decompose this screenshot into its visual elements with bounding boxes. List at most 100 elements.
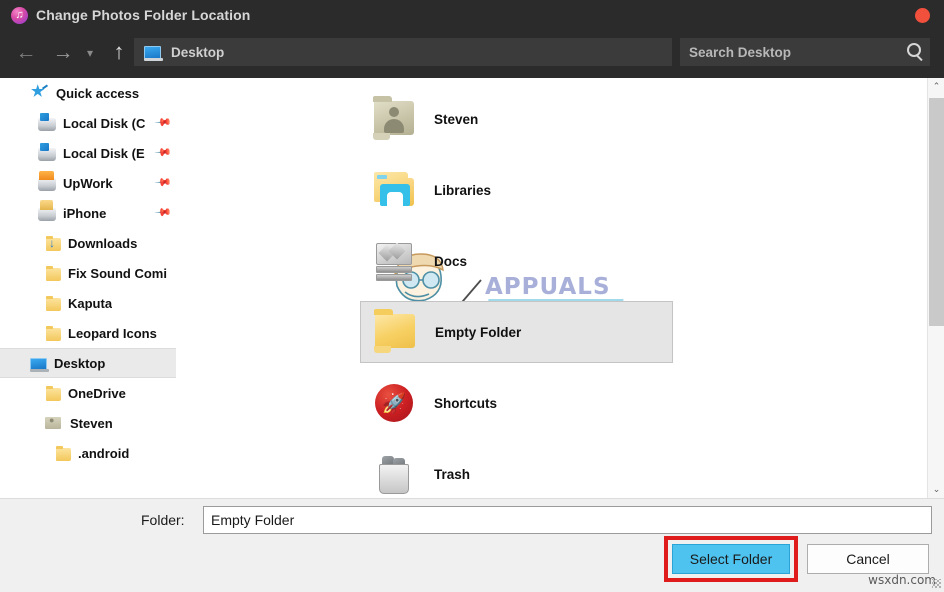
folder-person-icon — [44, 415, 63, 431]
up-arrow-icon[interactable]: ↑ — [104, 38, 134, 66]
sidebar-item-android[interactable]: .android — [0, 438, 176, 468]
folder-name-input[interactable]: Empty Folder — [203, 506, 932, 534]
list-scroll-thumb[interactable] — [929, 98, 944, 326]
back-icon[interactable]: ← — [11, 39, 41, 67]
sidebar-item-local-disk-c[interactable]: Local Disk (C 📌 — [0, 108, 176, 138]
sidebar-item-desktop[interactable]: Desktop — [0, 348, 176, 378]
pin-icon[interactable]: 📌 — [153, 174, 172, 192]
sidebar-item-onedrive[interactable]: OneDrive — [0, 378, 176, 408]
desktop-icon — [144, 45, 163, 61]
file-item-label: Shortcuts — [434, 395, 498, 411]
file-list: APPUALS TECH HOW-TO'S FROM THE EXPERTS! … — [177, 78, 927, 498]
address-bar[interactable]: Desktop — [134, 38, 672, 66]
folder-icon — [56, 445, 71, 461]
sidebar-item-label: Desktop — [54, 355, 106, 371]
folder-name-value: Empty Folder — [211, 512, 295, 528]
close-icon[interactable] — [915, 8, 930, 23]
folder-yellow-icon — [374, 309, 415, 353]
file-icon — [366, 235, 422, 287]
folder-icon — [46, 325, 61, 341]
file-item-label: Libraries — [434, 182, 492, 198]
list-scroll-up-icon[interactable]: ⌃ — [928, 78, 944, 95]
drive-icon — [38, 112, 56, 131]
pin-icon[interactable]: 📌 — [153, 144, 172, 162]
sidebar-item-steven[interactable]: Steven — [0, 408, 176, 438]
file-icon — [366, 164, 422, 216]
server-disk-icon — [376, 242, 412, 281]
file-icon — [366, 93, 422, 145]
file-icon — [367, 306, 423, 358]
sidebar-item-label: iPhone — [63, 205, 107, 221]
person-glyph-icon — [384, 107, 404, 133]
cancel-button[interactable]: Cancel — [807, 544, 929, 574]
sidebar-item-kaputa[interactable]: Kaputa — [0, 288, 176, 318]
sidebar-item-label: Fix Sound Comi — [68, 265, 167, 281]
sidebar-item-label: Downloads — [68, 235, 138, 251]
file-item-label: Steven — [434, 111, 479, 127]
file-item-onedrive[interactable]: OneDrive — [177, 88, 333, 150]
list-scroll-down-icon[interactable]: ⌄ — [928, 481, 944, 498]
search-placeholder: Search Desktop — [689, 44, 792, 60]
file-item-gz[interactable]: GZ — [177, 301, 333, 363]
file-icon — [366, 377, 422, 429]
file-item-trash[interactable]: Trash — [360, 443, 673, 498]
file-item-libraries[interactable]: Libraries — [360, 159, 673, 221]
file-item-shortcuts[interactable]: Shortcuts — [360, 372, 673, 434]
drive-icon — [38, 142, 56, 161]
folder-icon — [46, 295, 61, 311]
folder-download-icon — [46, 235, 61, 251]
recent-locations-chevron-down-icon[interactable]: ▾ — [79, 42, 101, 64]
sidebar-item-label: Local Disk (C — [63, 115, 146, 131]
sidebar-item-label: UpWork — [63, 175, 113, 191]
file-item-shits[interactable]: Shits — [177, 372, 333, 434]
drive-orange-icon — [38, 170, 56, 191]
file-item-this-pc[interactable]: This PC — [177, 159, 333, 221]
search-input[interactable]: Search Desktop — [680, 38, 930, 66]
file-item-network[interactable]: Network — [177, 230, 333, 292]
sidebar-item-label: Quick access — [56, 85, 140, 101]
file-icon — [366, 448, 422, 498]
folder-icon — [46, 265, 61, 281]
file-item-label: Trash — [434, 466, 471, 482]
folder-label: Folder: — [141, 512, 185, 528]
desktop-icon — [30, 358, 49, 372]
sidebar-item-upwork[interactable]: UpWork 📌 — [0, 168, 176, 198]
content-area: Quick access Local Disk (C 📌 Local Disk (E 📌… — [0, 78, 944, 498]
pin-icon[interactable]: 📌 — [153, 204, 172, 222]
resize-grip[interactable] — [932, 579, 941, 588]
sidebar-item-local-disk-e[interactable]: Local Disk (E 📌 — [0, 138, 176, 168]
window-title: Change Photos Folder Location — [36, 7, 251, 23]
folder-icon — [46, 385, 61, 401]
trash-icon — [379, 456, 409, 494]
sidebar-item-downloads[interactable]: Downloads — [0, 228, 176, 258]
sidebar-item-label: .android — [78, 445, 130, 461]
file-item-label: Empty Folder — [435, 324, 522, 340]
file-picker-window: Change Photos Folder Location ← → ▾ ↑ De… — [0, 0, 944, 592]
search-icon — [907, 43, 921, 57]
sidebar-item-label: OneDrive — [68, 385, 126, 401]
file-item-empty-folder[interactable]: Empty Folder — [360, 301, 673, 363]
page-watermark: wsxdn.com — [868, 573, 936, 587]
title-bar: Change Photos Folder Location — [0, 0, 944, 30]
file-item-steven[interactable]: Steven — [360, 88, 673, 150]
sidebar-item-leopard-icons[interactable]: Leopard Icons — [0, 318, 176, 348]
file-list-scrollbar[interactable]: ⌃ ⌄ — [927, 78, 944, 498]
rocket-icon — [375, 384, 413, 422]
pin-icon[interactable]: 📌 — [153, 114, 172, 132]
sidebar-item-label: Local Disk (E — [63, 145, 145, 161]
sidebar-item-label: Kaputa — [68, 295, 113, 311]
sidebar-item-iphone[interactable]: iPhone 📌 — [0, 198, 176, 228]
select-folder-button[interactable]: Select Folder — [672, 544, 790, 574]
star-icon — [30, 82, 49, 101]
forward-icon[interactable]: → — [48, 39, 78, 67]
sidebar-item-label: Leopard Icons — [68, 325, 157, 341]
phone-icon — [38, 199, 56, 221]
sidebar-item-label: Steven — [70, 415, 113, 431]
sidebar-item-quick-access[interactable]: Quick access — [0, 78, 176, 108]
file-item-docs[interactable]: Docs — [360, 230, 673, 292]
itunes-music-note-icon — [11, 6, 28, 24]
sidebar-item-fix-sound-comi[interactable]: Fix Sound Comi — [0, 258, 176, 288]
file-item-stats[interactable]: Stats — [177, 443, 333, 498]
address-bar-path: Desktop — [171, 44, 225, 60]
navigation-sidebar: Quick access Local Disk (C 📌 Local Disk (E 📌… — [0, 78, 176, 498]
